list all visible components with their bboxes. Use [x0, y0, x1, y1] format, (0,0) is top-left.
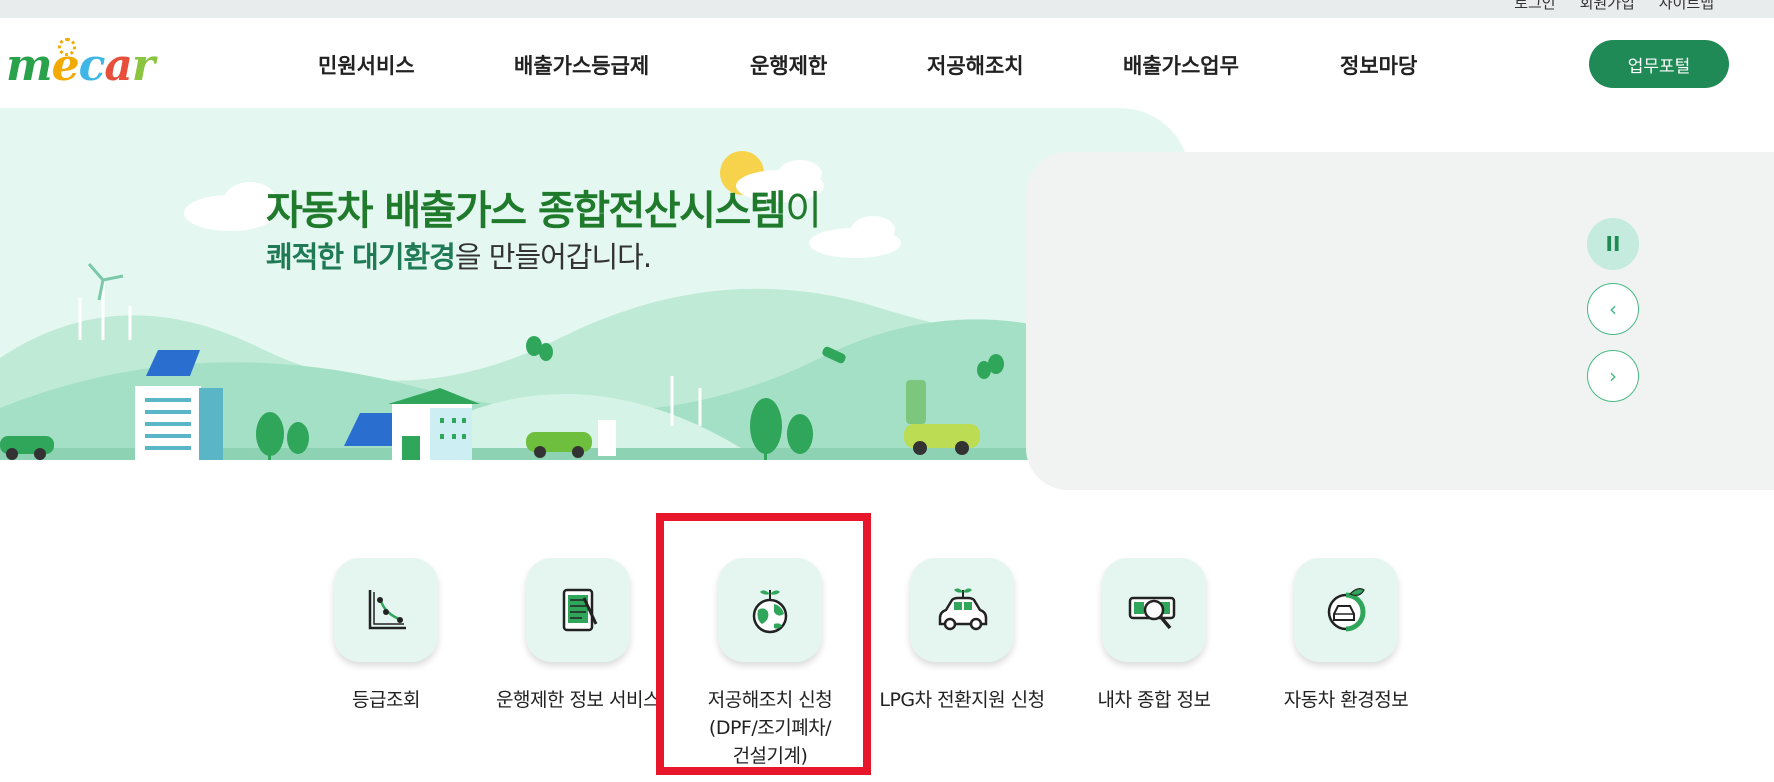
hero-title-suffix: 이 — [785, 188, 822, 234]
quick-item-car-env-info[interactable]: 자동차 환경정보 — [1250, 558, 1442, 714]
car-leaf-icon[interactable] — [1294, 558, 1398, 662]
work-portal-button[interactable]: 업무포털 — [1589, 40, 1729, 88]
hero-title-bold: 자동차 배출가스 종합전산시스템 — [266, 188, 787, 234]
quick-label: 등급조회 — [352, 689, 420, 711]
quick-item-my-car-info[interactable]: 내차 종합 정보 — [1058, 558, 1250, 714]
hero-subtitle: 쾌적한 대기환경을 만들어갑니다. — [266, 234, 652, 276]
logo-letter-r: r — [131, 40, 155, 91]
quick-label: 내차 종합 정보 — [1097, 689, 1211, 711]
nav-emission-grade[interactable]: 배출가스등급제 — [514, 50, 649, 80]
eco-car-icon[interactable] — [910, 558, 1014, 662]
logo-letter-m: m — [6, 40, 53, 91]
hero-illustration — [0, 151, 1190, 460]
nav-info[interactable]: 정보마당 — [1340, 50, 1417, 80]
quick-label: LPG차 전환지원 신청 — [879, 689, 1045, 711]
quick-item-grade-lookup[interactable]: 등급조회 — [290, 558, 482, 714]
banner-panel — [1026, 152, 1774, 490]
utility-bar: 로그인 회원가입 사이트맵 — [0, 0, 1774, 18]
login-link[interactable]: 로그인 — [1514, 0, 1555, 13]
quick-item-lpg-conversion[interactable]: LPG차 전환지원 신청 — [866, 558, 1058, 714]
slider-pause-button[interactable]: II — [1587, 218, 1639, 270]
logo-letter-c: c — [78, 40, 106, 91]
hero-title: 자동차 배출가스 종합전산시스템이 — [266, 178, 822, 236]
mecar-logo[interactable]: mecar — [6, 40, 155, 91]
nav-civil-service[interactable]: 민원서비스 — [318, 50, 415, 80]
utility-links: 로그인 회원가입 사이트맵 — [1514, 0, 1714, 13]
slider-prev-button[interactable]: ‹ — [1587, 283, 1639, 335]
car-search-icon[interactable] — [1102, 558, 1206, 662]
hero-subtitle-rest: 을 만들어갑니다. — [454, 240, 652, 274]
hero-subtitle-bold: 쾌적한 대기환경 — [266, 240, 456, 274]
site-header: mecar 민원서비스 배출가스등급제 운행제한 저공해조치 배출가스업무 정보… — [0, 18, 1774, 108]
graph-icon[interactable] — [334, 558, 438, 662]
signup-link[interactable]: 회원가입 — [1580, 0, 1635, 13]
sitemap-link[interactable]: 사이트맵 — [1659, 0, 1714, 13]
slider-next-button[interactable]: › — [1587, 350, 1639, 402]
nav-emission-work[interactable]: 배출가스업무 — [1123, 50, 1239, 80]
logo-sun-icon — [58, 38, 76, 56]
nav-driving-restriction[interactable]: 운행제한 — [750, 50, 827, 80]
highlight-box — [656, 513, 871, 775]
quick-item-restriction-info[interactable]: 운행제한 정보 서비스 — [482, 558, 674, 714]
quick-label: 운행제한 정보 서비스 — [496, 689, 660, 711]
logo-letter-a: a — [104, 40, 132, 91]
hero-banner: 자동차 배출가스 종합전산시스템이 쾌적한 대기환경을 만들어갑니다. — [0, 108, 1190, 460]
quick-label: 자동차 환경정보 — [1283, 689, 1409, 711]
nav-low-emission[interactable]: 저공해조치 — [927, 50, 1024, 80]
tablet-document-icon[interactable] — [526, 558, 630, 662]
